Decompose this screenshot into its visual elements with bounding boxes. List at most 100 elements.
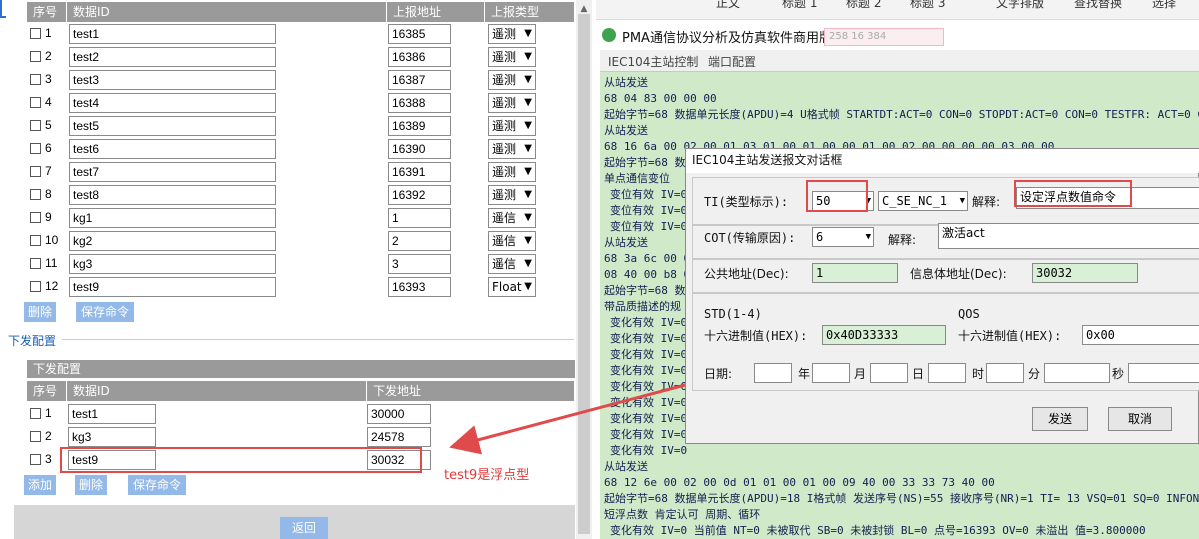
- data-id-input[interactable]: test5: [69, 116, 276, 136]
- pma-title-bar: PMA通信协议分析及仿真软件商用版 258 16 384: [596, 24, 1199, 48]
- left-scrollbar[interactable]: ▲: [576, 0, 592, 539]
- std-hex-input[interactable]: 0x40D33333: [822, 325, 946, 345]
- upload-type-value: 遥信: [492, 257, 517, 271]
- common-addr-input[interactable]: 1: [812, 263, 898, 283]
- upload-type-value: 遥测: [492, 96, 517, 110]
- scroll-thumb[interactable]: [578, 14, 590, 534]
- upload-addr-input[interactable]: 16389: [388, 116, 451, 136]
- down-addr-input[interactable]: 24578: [367, 427, 431, 447]
- data-id-input[interactable]: test2: [69, 47, 276, 67]
- data-id-input[interactable]: test9: [69, 277, 276, 297]
- data-id-input[interactable]: test7: [69, 162, 276, 182]
- upload-type-select[interactable]: 遥信 ▼: [488, 254, 536, 274]
- chevron-down-icon: ▼: [524, 212, 532, 223]
- upload-type-select[interactable]: 遥测 ▼: [488, 139, 536, 159]
- data-id-input[interactable]: test1: [69, 24, 276, 44]
- data-id-input[interactable]: test8: [69, 185, 276, 205]
- upload-type-select[interactable]: 遥测 ▼: [488, 116, 536, 136]
- millisecond-input[interactable]: [1128, 363, 1199, 383]
- upload-type-select[interactable]: 遥测 ▼: [488, 185, 536, 205]
- toolbar-style-heading1[interactable]: 标题 1: [782, 0, 817, 11]
- upload-type-select[interactable]: 遥测 ▼: [488, 70, 536, 90]
- down-delete-button[interactable]: 删除: [75, 475, 107, 495]
- month-input[interactable]: [812, 363, 850, 383]
- data-id-input[interactable]: test3: [69, 70, 276, 90]
- qos-hex-input[interactable]: 0x00: [1082, 325, 1199, 345]
- row-checkbox[interactable]: [30, 258, 41, 269]
- upload-save-button[interactable]: 保存命令: [76, 302, 134, 322]
- upload-addr-input[interactable]: 16385: [388, 24, 451, 44]
- chevron-down-icon: ▼: [865, 232, 871, 242]
- row-checkbox[interactable]: [30, 454, 41, 465]
- day-input[interactable]: [870, 363, 908, 383]
- minute-input[interactable]: [986, 363, 1024, 383]
- toolbar-text-layout[interactable]: 文字排版: [996, 0, 1044, 11]
- upload-type-select[interactable]: 遥测 ▼: [488, 162, 536, 182]
- row-checkbox[interactable]: [30, 166, 41, 177]
- row-checkbox[interactable]: [30, 235, 41, 246]
- data-id-input[interactable]: kg1: [69, 208, 276, 228]
- cot-explain-field[interactable]: 激活act: [938, 223, 1199, 249]
- ti-name-select[interactable]: C_SE_NC_1 ▼: [878, 191, 968, 211]
- upload-addr-input[interactable]: 16391: [388, 162, 451, 182]
- std-hex-label: 十六进制值(HEX):: [704, 329, 808, 343]
- row-checkbox[interactable]: [30, 51, 41, 62]
- upload-addr-input[interactable]: 16390: [388, 139, 451, 159]
- upload-addr-input[interactable]: 2: [388, 231, 451, 251]
- toolbar-find-replace[interactable]: 查找替换: [1074, 0, 1122, 11]
- hour-input[interactable]: [928, 363, 966, 383]
- menu-port-config[interactable]: 端口配置: [708, 53, 756, 70]
- row-checkbox[interactable]: [30, 189, 41, 200]
- year-input[interactable]: [754, 363, 792, 383]
- data-id-input[interactable]: test6: [69, 139, 276, 159]
- down-add-button[interactable]: 添加: [24, 475, 56, 495]
- row-checkbox[interactable]: [30, 408, 41, 419]
- upload-type-select[interactable]: 遥信 ▼: [488, 208, 536, 228]
- upload-addr-input[interactable]: 1: [388, 208, 451, 228]
- down-addr-input[interactable]: 30000: [367, 404, 431, 424]
- upload-type-select[interactable]: 遥测 ▼: [488, 24, 536, 44]
- log-line: 变化有效 IV=0: [610, 332, 688, 345]
- upload-type-select[interactable]: 遥测 ▼: [488, 93, 536, 113]
- down-config-section-title[interactable]: 下发配置: [8, 332, 56, 349]
- second-input[interactable]: [1044, 363, 1110, 383]
- menu-iec104-master-control[interactable]: IEC104主站控制: [608, 53, 698, 70]
- data-id-input[interactable]: kg2: [69, 231, 276, 251]
- down-data-id-input[interactable]: kg3: [68, 427, 156, 447]
- row-checkbox[interactable]: [30, 97, 41, 108]
- upload-delete-button[interactable]: 删除: [24, 302, 56, 322]
- upload-table-row: 10 kg2 2 遥信 ▼: [27, 231, 575, 254]
- row-checkbox[interactable]: [30, 281, 41, 292]
- upload-addr-input[interactable]: 16393: [388, 277, 451, 297]
- back-button[interactable]: 返回: [280, 517, 328, 539]
- row-checkbox[interactable]: [30, 28, 41, 39]
- data-id-input[interactable]: kg3: [69, 254, 276, 274]
- toolbar-style-heading3[interactable]: 标题 3: [910, 0, 945, 11]
- row-checkbox[interactable]: [30, 431, 41, 442]
- data-id-input[interactable]: test4: [69, 93, 276, 113]
- row-checkbox[interactable]: [30, 120, 41, 131]
- upload-type-select[interactable]: 遥信 ▼: [488, 231, 536, 251]
- toolbar-style-heading2[interactable]: 标题 2: [846, 0, 881, 11]
- upload-type-select[interactable]: 遥测 ▼: [488, 47, 536, 67]
- row-checkbox[interactable]: [30, 143, 41, 154]
- upload-type-value: 遥信: [492, 234, 517, 248]
- upload-addr-input[interactable]: 3: [388, 254, 451, 274]
- send-button[interactable]: 发送: [1032, 407, 1088, 431]
- upload-addr-input[interactable]: 16387: [388, 70, 451, 90]
- upload-addr-input[interactable]: 16392: [388, 185, 451, 205]
- upload-type-select[interactable]: Float ▼: [488, 277, 536, 297]
- down-data-id-input[interactable]: test1: [68, 404, 156, 424]
- toolbar-select[interactable]: 选择: [1152, 0, 1176, 11]
- info-addr-input[interactable]: 30032: [1032, 263, 1138, 283]
- cancel-button[interactable]: 取消: [1108, 407, 1172, 431]
- row-checkbox[interactable]: [30, 212, 41, 223]
- toolbar-style-normal[interactable]: 正文: [716, 0, 740, 11]
- cot-select[interactable]: 6 ▼: [812, 227, 874, 247]
- chevron-down-icon: ▼: [524, 120, 532, 131]
- log-line: 变化有效 IV=0: [610, 444, 688, 457]
- row-checkbox[interactable]: [30, 74, 41, 85]
- upload-addr-input[interactable]: 16388: [388, 93, 451, 113]
- down-save-button[interactable]: 保存命令: [128, 475, 186, 495]
- upload-addr-input[interactable]: 16386: [388, 47, 451, 67]
